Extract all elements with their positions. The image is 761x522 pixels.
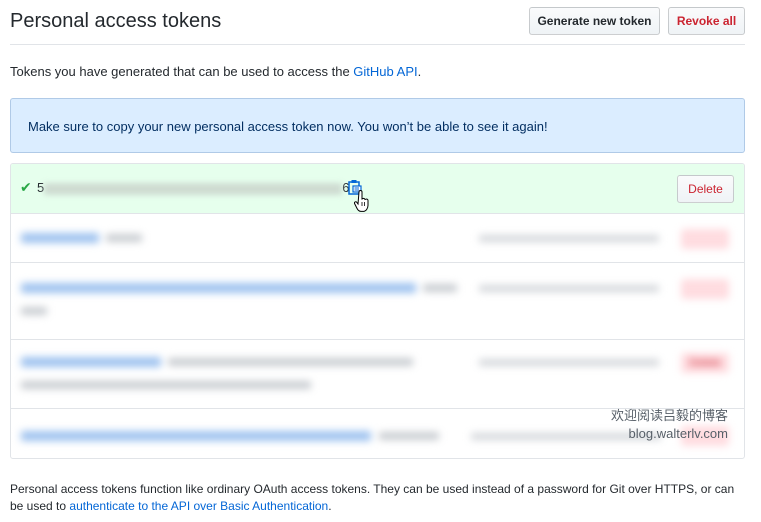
check-icon: ✔ <box>20 179 32 195</box>
token-row: Delete <box>11 340 744 409</box>
intro-text: Tokens you have generated that can be us… <box>10 64 422 79</box>
token-value[interactable]: 56 <box>37 180 349 195</box>
page-header: Personal access tokens Generate new toke… <box>10 0 745 45</box>
delete-new-token-button[interactable]: Delete <box>677 175 734 203</box>
token-delete-button[interactable] <box>681 229 729 249</box>
flash-notice: Make sure to copy your new personal acce… <box>10 98 745 153</box>
token-redacted <box>44 182 343 195</box>
hand-cursor-icon <box>354 190 369 212</box>
watermark-line-1: 欢迎阅读吕毅的博客 <box>610 408 728 423</box>
token-delete-button[interactable] <box>681 279 729 299</box>
token-row <box>11 214 744 263</box>
revoke-all-button[interactable]: Revoke all <box>668 7 745 35</box>
flash-message: Make sure to copy your new personal acce… <box>28 119 548 134</box>
blog-watermark: 欢迎阅读吕毅的博客 blog.walterlv.com <box>608 407 728 443</box>
generate-new-token-button[interactable]: Generate new token <box>529 7 660 35</box>
basic-auth-link[interactable]: authenticate to the API over Basic Authe… <box>69 499 328 513</box>
watermark-line-2: blog.walterlv.com <box>628 426 728 441</box>
token-delete-button[interactable]: Delete <box>681 353 729 373</box>
new-token-row: ✔ 56 Delete <box>11 164 744 214</box>
github-api-link[interactable]: GitHub API <box>353 64 417 79</box>
footer-note: Personal access tokens function like ord… <box>10 482 735 513</box>
token-row <box>11 263 744 340</box>
page-title: Personal access tokens <box>10 10 222 32</box>
